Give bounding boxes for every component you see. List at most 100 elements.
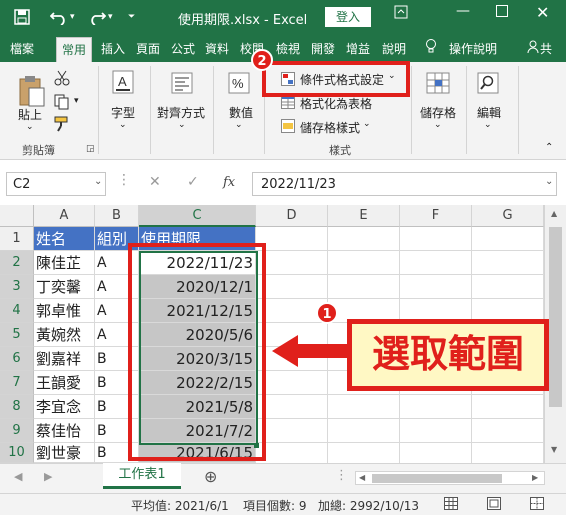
row-header[interactable]: 10	[0, 443, 34, 463]
row-header[interactable]: 6	[0, 347, 34, 371]
name-cell[interactable]: 劉世豪	[34, 443, 95, 463]
select-all-corner[interactable]	[0, 205, 34, 227]
align-dropdown-icon[interactable]: ⌄	[178, 120, 186, 130]
row-header[interactable]: 1	[0, 227, 34, 251]
name-cell[interactable]: 陳佳芷	[34, 251, 95, 275]
collapse-ribbon-icon[interactable]: ⌃	[545, 142, 553, 153]
tell-me-search[interactable]: 操作說明	[449, 40, 497, 57]
row-header[interactable]: 8	[0, 395, 34, 419]
name-cell[interactable]: 丁奕馨	[34, 275, 95, 299]
col-header-b[interactable]: B	[95, 205, 139, 227]
number-dropdown-icon[interactable]: ⌄	[235, 120, 243, 130]
tab-home[interactable]: 常用	[56, 37, 93, 62]
cut-icon[interactable]	[54, 70, 70, 89]
font-dropdown-icon[interactable]: ⌄	[119, 120, 127, 130]
confirm-formula-icon[interactable]: ✓	[187, 174, 199, 190]
col-header-f[interactable]: F	[400, 205, 472, 227]
clipboard-launcher-icon[interactable]: ◲	[86, 144, 95, 154]
tab-view[interactable]: 檢視	[276, 40, 300, 57]
row-header[interactable]: 2	[0, 251, 34, 275]
col-header-d[interactable]: D	[256, 205, 328, 227]
maximize-icon[interactable]	[496, 5, 508, 21]
paste-label[interactable]: 貼上	[18, 106, 42, 123]
row-header[interactable]: 3	[0, 275, 34, 299]
expand-formula-icon[interactable]: ⌄	[545, 176, 553, 187]
page-layout-icon[interactable]	[487, 497, 501, 513]
format-table-icon[interactable]	[281, 95, 295, 112]
tab-help[interactable]: 說明	[382, 40, 406, 57]
tab-file[interactable]: 檔案	[10, 40, 34, 57]
tab-data[interactable]: 資料	[205, 40, 229, 57]
tab-addins[interactable]: 增益	[346, 40, 370, 57]
redo-icon[interactable]	[88, 9, 107, 29]
col-header-a[interactable]: A	[34, 205, 95, 227]
number-label[interactable]: 數值	[229, 104, 253, 121]
tab-share[interactable]: 共	[540, 40, 552, 57]
name-box-dropdown-icon[interactable]: ⌄	[94, 176, 102, 187]
row-header[interactable]: 9	[0, 419, 34, 443]
format-as-table-button[interactable]: 格式化為表格	[300, 95, 372, 112]
h-scroll-thumb[interactable]	[372, 474, 502, 483]
cell-styles-button[interactable]: 儲存格樣式	[300, 119, 360, 136]
cancel-formula-icon[interactable]: ✕	[149, 174, 161, 190]
cell-styles-dropdown-icon[interactable]: ⌄	[363, 119, 371, 129]
font-icon[interactable]: A	[112, 70, 134, 97]
copy-dropdown-icon[interactable]: ▾	[74, 96, 79, 106]
tab-insert[interactable]: 插入	[101, 40, 125, 57]
name-cell[interactable]: 王韻愛	[34, 371, 95, 395]
name-box[interactable]: C2	[6, 172, 106, 196]
close-icon[interactable]: ✕	[536, 3, 549, 22]
redo-dropdown-icon[interactable]: ▾	[108, 12, 113, 22]
next-sheet-icon[interactable]: ▶	[44, 470, 52, 483]
tab-page[interactable]: 頁面	[136, 40, 160, 57]
page-break-icon[interactable]	[530, 497, 544, 513]
horizontal-scrollbar[interactable]: ◀ ▶	[355, 471, 545, 485]
normal-view-icon[interactable]	[444, 497, 458, 513]
sheet-bar-splitter-icon[interactable]: ⋮	[335, 468, 348, 483]
row-header[interactable]: 4	[0, 299, 34, 323]
editing-dropdown-icon[interactable]: ⌄	[484, 120, 492, 130]
paste-dropdown-icon[interactable]: ⌄	[26, 122, 34, 132]
scroll-up-icon[interactable]: ▲	[551, 209, 557, 218]
undo-dropdown-icon[interactable]: ▾	[70, 12, 75, 22]
col-header-g[interactable]: G	[472, 205, 544, 227]
share-icon[interactable]	[527, 40, 539, 57]
sheet-tab[interactable]: 工作表1	[103, 463, 181, 489]
tab-formulas[interactable]: 公式	[171, 40, 195, 57]
row-header[interactable]: 7	[0, 371, 34, 395]
name-cell[interactable]: 蔡佳怡	[34, 419, 95, 443]
scroll-right-icon[interactable]: ▶	[532, 473, 538, 482]
cells-dropdown-icon[interactable]: ⌄	[434, 120, 442, 130]
cells-label[interactable]: 儲存格	[420, 104, 456, 121]
name-cell[interactable]: 郭卓惟	[34, 299, 95, 323]
number-format-icon[interactable]: %	[228, 72, 250, 97]
row-header[interactable]: 5	[0, 323, 34, 347]
scroll-down-icon[interactable]: ▼	[551, 445, 557, 454]
undo-icon[interactable]	[49, 9, 68, 29]
scroll-left-icon[interactable]: ◀	[359, 473, 365, 482]
insert-function-button[interactable]: fx	[223, 175, 235, 190]
save-icon[interactable]	[14, 9, 30, 29]
format-painter-icon[interactable]	[54, 116, 70, 135]
name-cell[interactable]: 劉嘉祥	[34, 347, 95, 371]
font-label[interactable]: 字型	[111, 104, 135, 121]
align-icon[interactable]	[171, 72, 193, 97]
ribbon-display-icon[interactable]	[394, 5, 408, 23]
table-header-cell[interactable]: 姓名	[34, 227, 95, 251]
search-icon[interactable]	[477, 72, 499, 97]
add-sheet-icon[interactable]: ⊕	[204, 467, 217, 486]
col-header-c[interactable]: C	[139, 205, 256, 227]
signin-button[interactable]: 登入	[325, 7, 371, 27]
minimize-icon[interactable]: —	[456, 3, 470, 19]
formula-input[interactable]: 2022/11/23	[252, 172, 557, 196]
customize-qat-icon[interactable]: ⏷	[128, 12, 135, 22]
tab-developer[interactable]: 開發	[311, 40, 335, 57]
prev-sheet-icon[interactable]: ◀	[14, 470, 22, 483]
name-cell[interactable]: 李宜念	[34, 395, 95, 419]
drag-handle-icon[interactable]: ⋮	[117, 172, 131, 188]
align-label[interactable]: 對齊方式	[157, 104, 205, 121]
name-cell[interactable]: 黃婉然	[34, 323, 95, 347]
copy-icon[interactable]	[54, 94, 70, 113]
cells-icon[interactable]	[426, 72, 450, 97]
editing-label[interactable]: 編輯	[477, 104, 501, 121]
